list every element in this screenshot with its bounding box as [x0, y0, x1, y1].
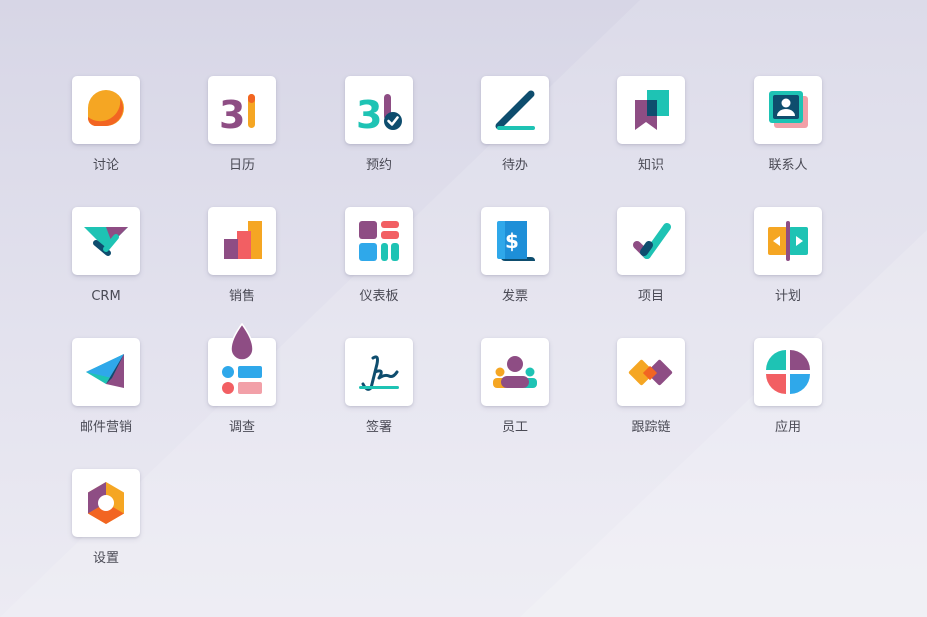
- app-apps[interactable]: 应用: [738, 338, 838, 448]
- crm-icon: [82, 217, 130, 265]
- sign-icon: [355, 348, 403, 396]
- app-label: 调查: [228, 420, 255, 435]
- app-tile[interactable]: [481, 338, 549, 406]
- app-tile[interactable]: [617, 338, 685, 406]
- app-tile[interactable]: [72, 469, 140, 537]
- app-label: 设置: [92, 551, 119, 566]
- apps-icon: [764, 348, 812, 396]
- app-label: 日历: [228, 158, 255, 173]
- app-sign[interactable]: 签署: [329, 338, 429, 448]
- app-sales[interactable]: 销售: [192, 207, 292, 317]
- dashboard-icon: [355, 217, 403, 265]
- app-label: 项目: [637, 289, 664, 304]
- app-link-tracker[interactable]: 跟踪链: [601, 338, 701, 448]
- app-discuss[interactable]: 讨论: [56, 76, 156, 186]
- project-icon: [627, 217, 675, 265]
- invoice-icon: $: [491, 217, 539, 265]
- app-dashboard[interactable]: 仪表板: [329, 207, 429, 317]
- app-tile[interactable]: [617, 207, 685, 275]
- sales-icon: [218, 217, 266, 265]
- app-tile[interactable]: $: [481, 207, 549, 275]
- knowledge-icon: [627, 86, 675, 134]
- app-settings[interactable]: 设置: [56, 469, 156, 579]
- app-label: 待办: [501, 158, 528, 173]
- app-invoice[interactable]: $ 发票: [465, 207, 565, 317]
- discuss-icon: [82, 86, 130, 134]
- app-tile[interactable]: [72, 76, 140, 144]
- svg-text:3: 3: [219, 93, 245, 134]
- settings-icon: [82, 479, 130, 527]
- app-label: 知识: [637, 158, 664, 173]
- app-tile[interactable]: 3: [208, 76, 276, 144]
- app-label: CRM: [91, 289, 121, 304]
- app-calendar[interactable]: 3 日历: [192, 76, 292, 186]
- app-todo[interactable]: 待办: [465, 76, 565, 186]
- app-label: 应用: [774, 420, 801, 435]
- app-label: 发票: [501, 289, 528, 304]
- app-tile[interactable]: 3: [345, 76, 413, 144]
- app-tile[interactable]: [72, 207, 140, 275]
- app-tile[interactable]: [72, 338, 140, 406]
- app-label: 计划: [774, 289, 801, 304]
- app-tile[interactable]: [481, 76, 549, 144]
- app-label: 联系人: [768, 158, 808, 173]
- app-label: 签署: [365, 420, 392, 435]
- app-project[interactable]: 项目: [601, 207, 701, 317]
- app-label: 员工: [501, 420, 528, 435]
- planning-icon: [764, 217, 812, 265]
- employees-icon: [491, 348, 539, 396]
- app-planning[interactable]: 计划: [738, 207, 838, 317]
- app-tile[interactable]: [754, 338, 822, 406]
- appointment-icon: 3: [355, 86, 403, 134]
- todo-icon: [491, 86, 539, 134]
- app-tile[interactable]: [345, 207, 413, 275]
- app-tile[interactable]: [345, 338, 413, 406]
- app-employees[interactable]: 员工: [465, 338, 565, 448]
- app-tile[interactable]: [208, 207, 276, 275]
- app-grid: 讨论 3 日历 3 预约 待办 知识 联系人 CRM 销售 仪表板 $ 发票 项…: [0, 0, 927, 617]
- link-tracker-icon: [627, 348, 675, 396]
- app-label: 跟踪链: [631, 420, 671, 435]
- calendar-icon: 3: [218, 86, 266, 134]
- app-email-marketing[interactable]: 邮件营销: [56, 338, 156, 448]
- app-label: 销售: [228, 289, 255, 304]
- app-label: 讨论: [92, 158, 119, 173]
- contacts-icon: [764, 86, 812, 134]
- app-knowledge[interactable]: 知识: [601, 76, 701, 186]
- cursor-icon: [229, 322, 255, 367]
- app-label: 仪表板: [359, 289, 399, 304]
- app-label: 预约: [365, 158, 392, 173]
- app-tile[interactable]: [754, 76, 822, 144]
- app-appointment[interactable]: 3 预约: [329, 76, 429, 186]
- app-crm[interactable]: CRM: [56, 207, 156, 317]
- svg-text:$: $: [505, 229, 519, 253]
- app-tile[interactable]: [754, 207, 822, 275]
- app-tile[interactable]: [617, 76, 685, 144]
- svg-text:3: 3: [356, 93, 382, 134]
- email-marketing-icon: [82, 348, 130, 396]
- app-contacts[interactable]: 联系人: [738, 76, 838, 186]
- app-label: 邮件营销: [79, 420, 132, 435]
